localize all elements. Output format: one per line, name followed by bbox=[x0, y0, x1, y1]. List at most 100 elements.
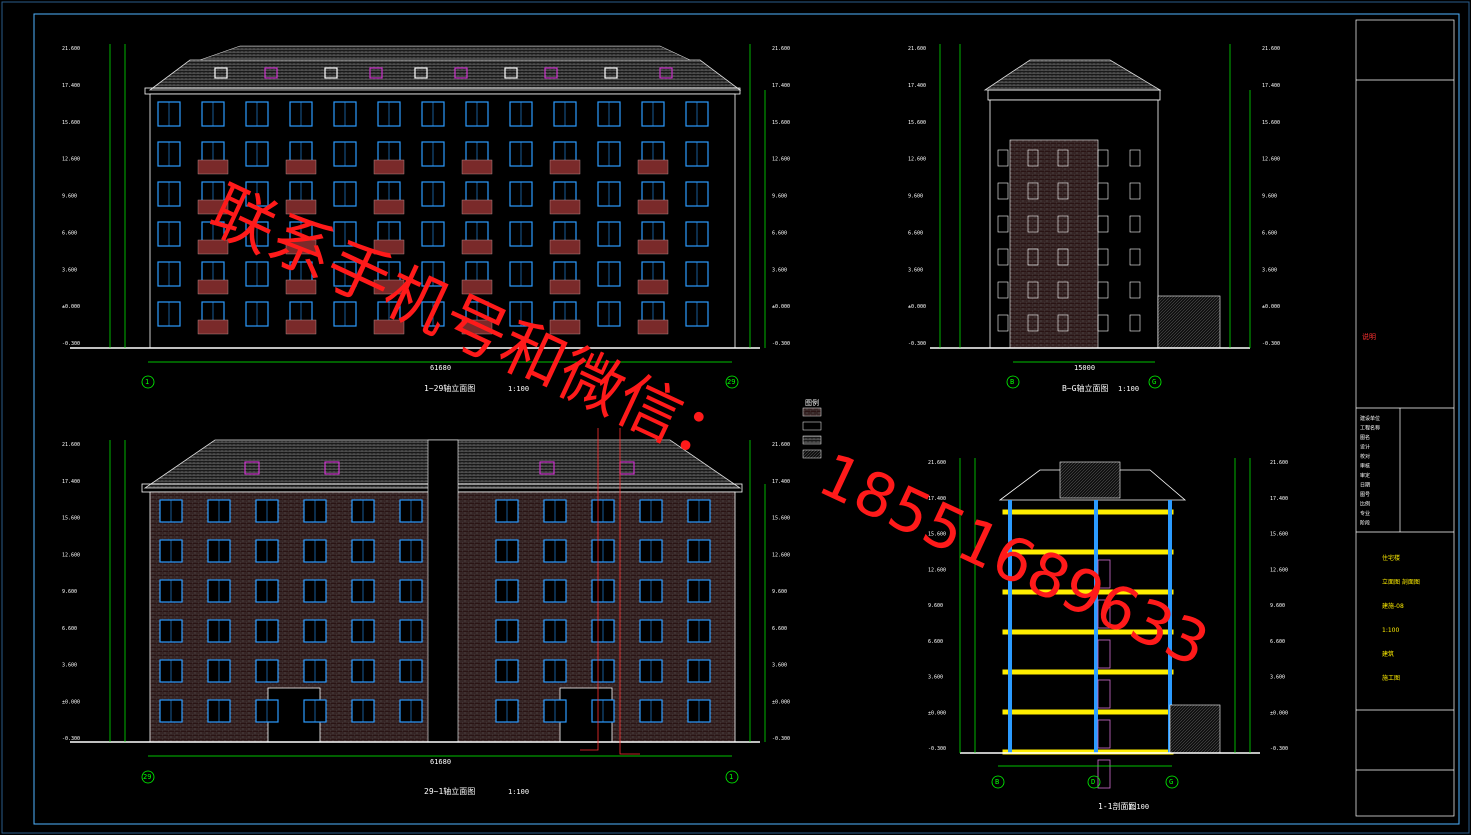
elevation-mark: 12.600 bbox=[928, 567, 946, 573]
elevation-mark: 12.600 bbox=[1270, 567, 1288, 573]
axis-label: G bbox=[1152, 378, 1157, 386]
title-block-label: 审定 bbox=[1360, 472, 1370, 479]
elevation-mark: 3.600 bbox=[1270, 675, 1285, 681]
elevation-mark: 17.400 bbox=[62, 479, 80, 485]
elevation-mark: 12.600 bbox=[908, 157, 926, 163]
elevation-mark: 6.600 bbox=[772, 626, 787, 632]
axis-label: 1 bbox=[729, 773, 734, 781]
elevation-mark: 9.600 bbox=[908, 194, 923, 200]
balcony-rail bbox=[285, 319, 317, 335]
title-block-value: 建筑 bbox=[1382, 650, 1394, 658]
elevation-mark: ±0.000 bbox=[928, 710, 946, 716]
title-block-label: 专业 bbox=[1360, 510, 1370, 517]
back-elevation bbox=[70, 439, 760, 743]
balcony-rail bbox=[637, 159, 669, 175]
elevation-mark: ±0.000 bbox=[908, 304, 926, 310]
elevation-mark: 3.600 bbox=[772, 267, 787, 273]
view-title-back: 29~1轴立面图 bbox=[424, 787, 476, 796]
balcony-rail bbox=[197, 319, 229, 335]
elevation-mark: 21.600 bbox=[772, 46, 790, 52]
elevation-mark: 12.600 bbox=[62, 552, 80, 558]
elevation-mark: 17.400 bbox=[1270, 496, 1288, 502]
elevation-mark: 21.600 bbox=[62, 442, 80, 448]
elevation-mark: ±0.000 bbox=[772, 699, 790, 705]
title-block-label: 工程名称 bbox=[1360, 425, 1380, 432]
elevation-mark: 3.600 bbox=[908, 267, 923, 273]
axis-label: B bbox=[1010, 378, 1015, 386]
title-block-label: 建设单位 bbox=[1360, 415, 1380, 422]
axis-label: 1 bbox=[145, 378, 150, 386]
title-block-label: 校对 bbox=[1360, 453, 1370, 460]
balcony-rail bbox=[461, 159, 493, 175]
title-block-label: 图名 bbox=[1360, 434, 1370, 441]
door bbox=[1097, 639, 1111, 669]
elevation-mark: 12.600 bbox=[772, 157, 790, 163]
elevation-mark: 9.600 bbox=[772, 589, 787, 595]
elevation-mark: 6.600 bbox=[1262, 230, 1277, 236]
elevation-mark: 15.600 bbox=[908, 120, 926, 126]
title-block-label: 审核 bbox=[1360, 463, 1370, 470]
elevation-mark: 6.600 bbox=[772, 230, 787, 236]
axis-label: D bbox=[1091, 778, 1096, 786]
view-title-side: B~G轴立面图 bbox=[1062, 384, 1109, 393]
balcony-rail bbox=[197, 279, 229, 295]
floor-slab bbox=[1002, 709, 1174, 715]
floor-slab bbox=[1002, 669, 1174, 675]
elevation-mark: 15.600 bbox=[1262, 120, 1280, 126]
elevation-mark: 17.400 bbox=[908, 83, 926, 89]
dim-back-width: 61680 bbox=[430, 758, 452, 766]
balcony-rail bbox=[637, 319, 669, 335]
dim-side-width: 15000 bbox=[1074, 364, 1096, 372]
elevation-mark: 6.600 bbox=[62, 230, 77, 236]
elevation-mark: -0.300 bbox=[1262, 341, 1280, 347]
elevation-mark: 15.600 bbox=[772, 516, 790, 522]
elevation-mark: 3.600 bbox=[62, 267, 77, 273]
elevation-mark: 12.600 bbox=[1262, 157, 1280, 163]
view-scale-side: 1:100 bbox=[1118, 385, 1140, 393]
elevation-mark: 3.600 bbox=[928, 675, 943, 681]
balcony-rail bbox=[637, 239, 669, 255]
elevation-mark: 9.600 bbox=[772, 194, 787, 200]
elevation-mark: -0.300 bbox=[772, 736, 790, 742]
title-block-value: 立面图 剖面图 bbox=[1382, 578, 1420, 586]
balcony-rail bbox=[461, 199, 493, 215]
balcony-rail bbox=[549, 199, 581, 215]
elevation-mark: 15.600 bbox=[62, 516, 80, 522]
elevation-mark: 21.600 bbox=[1270, 460, 1288, 466]
elevation-mark: 9.600 bbox=[928, 603, 943, 609]
elevation-mark: 6.600 bbox=[908, 230, 923, 236]
elevation-mark: 21.600 bbox=[908, 46, 926, 52]
title-block-value: 住宅楼 bbox=[1382, 554, 1400, 562]
balcony-rail bbox=[285, 159, 317, 175]
title-block-value: 施工图 bbox=[1382, 674, 1400, 682]
balcony-rail bbox=[637, 199, 669, 215]
view-title-front: 1~29轴立面图 bbox=[424, 384, 476, 393]
elevation-mark: -0.300 bbox=[908, 341, 926, 347]
balcony-rail bbox=[373, 159, 405, 175]
elevation-mark: 3.600 bbox=[1262, 267, 1277, 273]
axis-label: 29 bbox=[143, 773, 152, 781]
balcony-rail bbox=[373, 199, 405, 215]
view-scale-section: 1:100 bbox=[1128, 803, 1150, 811]
title-block-value: 1:100 bbox=[1382, 627, 1399, 634]
balcony-rail bbox=[637, 279, 669, 295]
elevation-mark: 9.600 bbox=[1270, 603, 1285, 609]
notes-title: 说明 bbox=[1362, 333, 1376, 341]
door bbox=[1097, 719, 1111, 749]
elevation-mark: 17.400 bbox=[772, 83, 790, 89]
balcony-rail bbox=[549, 159, 581, 175]
balcony-rail bbox=[549, 239, 581, 255]
axis-label: B bbox=[995, 778, 1000, 786]
title-block-label: 比例 bbox=[1360, 501, 1370, 508]
elevation-mark: ±0.000 bbox=[62, 304, 80, 310]
title-block-label: 阶段 bbox=[1360, 520, 1370, 527]
legend bbox=[802, 407, 822, 459]
elevation-mark: 17.400 bbox=[62, 83, 80, 89]
elevation-mark: -0.300 bbox=[62, 341, 80, 347]
dim-front-width: 61680 bbox=[430, 364, 452, 372]
elevation-mark: -0.300 bbox=[772, 341, 790, 347]
title-block-label: 设计 bbox=[1360, 444, 1370, 451]
elevation-mark: ±0.000 bbox=[62, 699, 80, 705]
balcony-rail bbox=[549, 279, 581, 295]
title-block-label: 日期 bbox=[1360, 483, 1370, 489]
